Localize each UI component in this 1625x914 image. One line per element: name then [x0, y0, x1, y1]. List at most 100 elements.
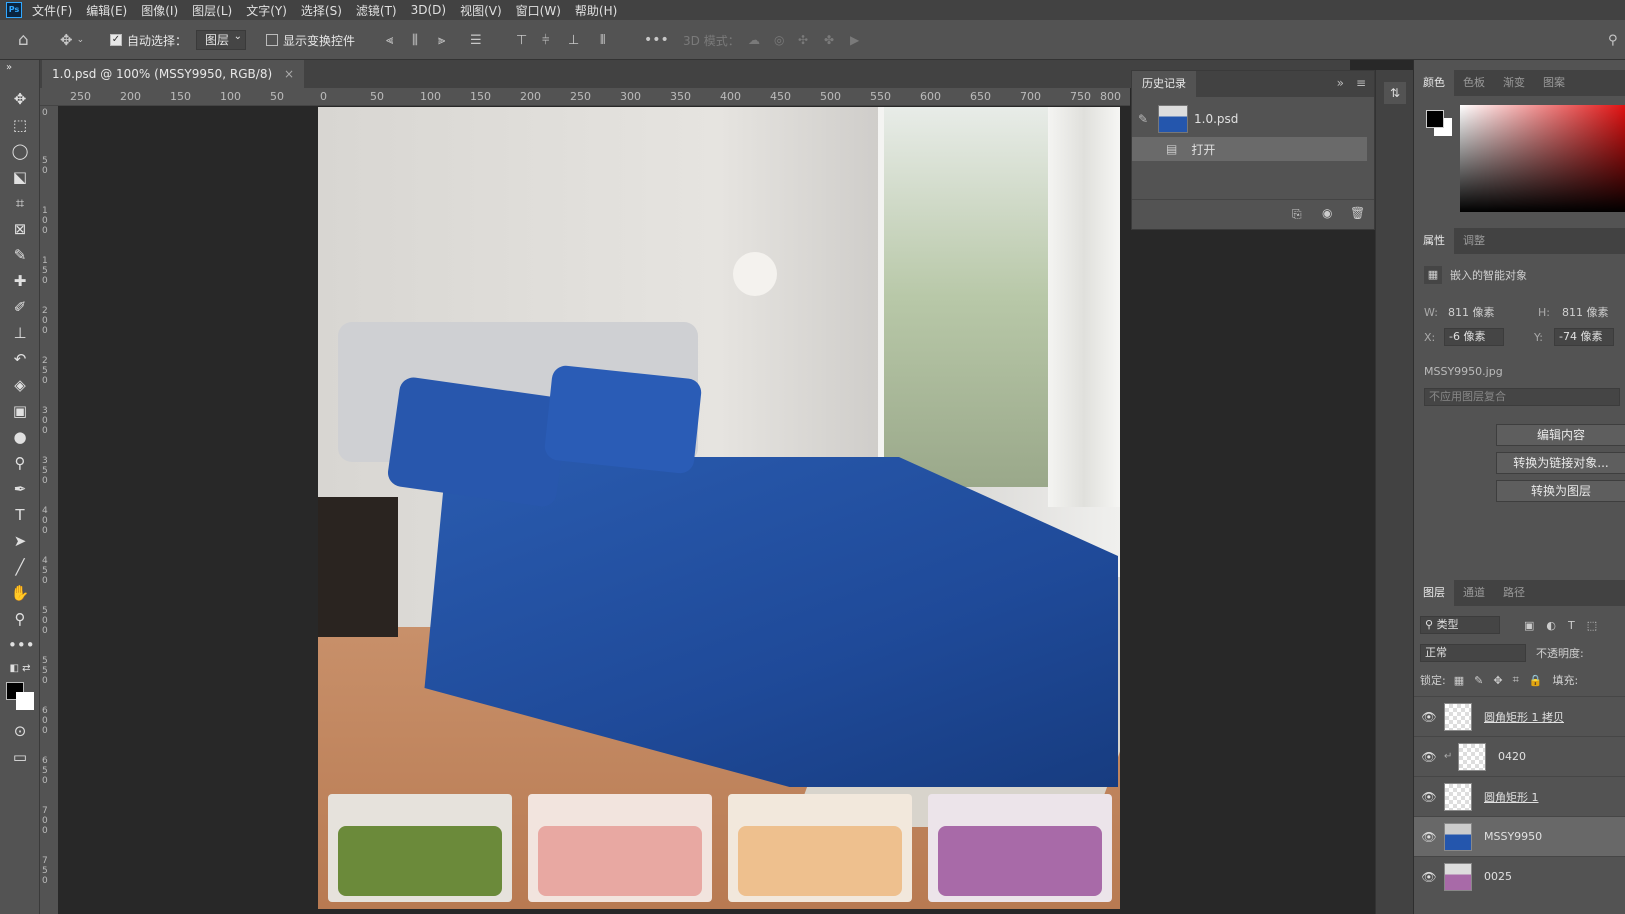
filter-pixel-icon[interactable]: ▣ — [1524, 619, 1534, 632]
gradient-tool-icon[interactable]: ▣ — [8, 400, 32, 422]
crop-tool-icon[interactable]: ⌗ — [8, 192, 32, 214]
distribute-v-icon[interactable]: ⫴ — [600, 29, 605, 51]
layer-row[interactable]: 👁 ↵ 0420 — [1414, 736, 1625, 776]
tab-swatches[interactable]: 色板 — [1454, 70, 1494, 96]
x-position-field[interactable]: -6 像素 — [1444, 328, 1504, 346]
tab-color[interactable]: 颜色 — [1414, 70, 1454, 96]
tab-channels[interactable]: 通道 — [1454, 580, 1494, 606]
distribute-h-icon[interactable]: ☰ — [470, 29, 482, 51]
tab-properties[interactable]: 属性 — [1414, 228, 1454, 254]
hand-tool-icon[interactable]: ✋ — [8, 582, 32, 604]
dodge-tool-icon[interactable]: ⚲ — [8, 452, 32, 474]
marquee-tool-icon[interactable]: ⬚ — [8, 114, 32, 136]
menu-help[interactable]: 帮助(H) — [575, 2, 617, 19]
menu-type[interactable]: 文字(Y) — [246, 2, 287, 19]
menu-file[interactable]: 文件(F) — [32, 2, 72, 19]
lock-artboard-icon[interactable]: ⌗ — [1513, 673, 1519, 687]
convert-to-linked-button[interactable]: 转换为链接对象... — [1496, 452, 1625, 474]
menu-view[interactable]: 视图(V) — [460, 2, 502, 19]
color-picker-field[interactable] — [1460, 105, 1625, 212]
lock-position-icon[interactable]: ✥ — [1493, 674, 1502, 687]
3d-orbit-icon[interactable]: ☁ — [748, 29, 760, 51]
menu-3d[interactable]: 3D(D) — [411, 3, 446, 17]
align-center-h-icon[interactable]: ⫼ — [412, 29, 418, 51]
healing-brush-icon[interactable]: ✚ — [8, 270, 32, 292]
history-state-open[interactable]: ▤ 打开 — [1132, 137, 1367, 161]
edit-contents-button[interactable]: 编辑内容 — [1496, 424, 1625, 446]
tab-gradients[interactable]: 渐变 — [1494, 70, 1534, 96]
edit-toolbar-icon[interactable]: ••• — [8, 634, 35, 656]
visibility-eye-icon[interactable]: 👁 — [1414, 830, 1444, 844]
blend-mode-dropdown[interactable]: 正常 — [1420, 644, 1526, 662]
trash-icon[interactable]: 🗑 — [1350, 206, 1365, 220]
align-top-icon[interactable]: ⊤ — [516, 29, 527, 51]
layer-row[interactable]: 👁 圆角矩形 1 拷贝 — [1414, 696, 1625, 736]
align-middle-v-icon[interactable]: ⫩ — [542, 29, 549, 51]
auto-select-target-dropdown[interactable]: 图层 — [196, 28, 247, 50]
layer-comp-dropdown[interactable]: 不应用图层复合 — [1424, 388, 1620, 406]
history-snapshot[interactable]: ✎ 1.0.psd — [1132, 103, 1367, 135]
blur-tool-icon[interactable]: ● — [8, 426, 32, 448]
close-tab-icon[interactable]: × — [284, 67, 294, 81]
layer-row-selected[interactable]: 👁 MSSY9950 — [1414, 816, 1625, 856]
background-color-swatch[interactable] — [16, 692, 34, 710]
document-tab[interactable]: 1.0.psd @ 100% (MSSY9950, RGB/8) × — [42, 60, 305, 88]
layer-row[interactable]: 👁 圆角矩形 1 — [1414, 776, 1625, 816]
pen-tool-icon[interactable]: ✒ — [8, 478, 32, 500]
quick-mask-icon[interactable]: ⊙ — [8, 720, 32, 742]
lock-transparent-icon[interactable]: ▦ — [1454, 674, 1464, 687]
path-select-tool-icon[interactable]: ➤ — [8, 530, 32, 552]
3d-scale-icon[interactable]: ▶ — [850, 29, 859, 51]
align-bottom-icon[interactable]: ⊥ — [568, 29, 579, 51]
document-canvas-image[interactable] — [318, 107, 1120, 909]
filter-shape-icon[interactable]: ⬚ — [1587, 619, 1597, 632]
visibility-eye-icon[interactable]: 👁 — [1414, 790, 1444, 804]
layer-row[interactable]: 👁 0025 — [1414, 856, 1625, 896]
visibility-eye-icon[interactable]: 👁 — [1414, 750, 1444, 764]
eyedropper-tool-icon[interactable]: ✎ — [8, 244, 32, 266]
auto-select-checkbox[interactable]: ✓ 自动选择： — [110, 29, 187, 51]
tab-history[interactable]: 历史记录 — [1132, 71, 1196, 97]
home-icon[interactable]: ⌂ — [18, 29, 29, 51]
clone-stamp-icon[interactable]: ⊥ — [8, 322, 32, 344]
brush-tool-icon[interactable]: ✐ — [8, 296, 32, 318]
foreground-color-swatch[interactable] — [1426, 110, 1444, 128]
menu-filter[interactable]: 滤镜(T) — [356, 2, 397, 19]
layer-filter-dropdown[interactable]: ⚲ 类型 — [1420, 616, 1500, 634]
filter-type-icon[interactable]: T — [1568, 619, 1575, 632]
lasso-tool-icon[interactable]: ◯ — [8, 140, 32, 162]
filter-adjustment-icon[interactable]: ◐ — [1546, 619, 1556, 632]
expand-panel-icon[interactable]: » — [1337, 76, 1344, 90]
visibility-eye-icon[interactable]: 👁 — [1414, 710, 1444, 724]
tab-patterns[interactable]: 图案 — [1534, 70, 1574, 96]
new-document-from-state-icon[interactable]: ⎘ — [1292, 207, 1302, 222]
convert-to-layers-button[interactable]: 转换为图层 — [1496, 480, 1625, 502]
collapse-toolbar-icon[interactable]: » — [2, 62, 16, 74]
type-tool-icon[interactable]: T — [8, 504, 32, 526]
tab-adjustments[interactable]: 调整 — [1454, 228, 1494, 254]
tab-paths[interactable]: 路径 — [1494, 580, 1534, 606]
lock-all-icon[interactable]: 🔒 — [1529, 674, 1543, 687]
history-brush-icon[interactable]: ↶ — [8, 348, 32, 370]
history-brush-source-icon[interactable]: ✎ — [1138, 112, 1148, 126]
frame-tool-icon[interactable]: ⊠ — [8, 218, 32, 240]
properties-dock-icon[interactable]: ⇅ — [1384, 82, 1406, 104]
align-right-icon[interactable]: ⫸ — [438, 29, 445, 51]
zoom-tool-icon[interactable]: ⚲ — [8, 608, 32, 630]
width-value[interactable]: 811 像素 — [1448, 304, 1538, 320]
eraser-tool-icon[interactable]: ◈ — [8, 374, 32, 396]
default-colors-icon[interactable]: ◧ ⇄ — [8, 658, 32, 680]
move-tool-icon[interactable]: ✥ — [8, 88, 32, 110]
search-icon[interactable]: ⚲ — [1608, 29, 1618, 51]
align-left-icon[interactable]: ⫷ — [386, 29, 393, 51]
camera-icon[interactable]: ◉ — [1322, 206, 1332, 220]
menu-image[interactable]: 图像(I) — [141, 2, 178, 19]
move-tool-preset-icon[interactable]: ✥ ⌄ — [60, 29, 84, 51]
tab-layers[interactable]: 图层 — [1414, 580, 1454, 606]
menu-select[interactable]: 选择(S) — [301, 2, 342, 19]
more-options-icon[interactable]: ••• — [644, 29, 669, 51]
3d-slide-icon[interactable]: ✤ — [824, 29, 834, 51]
3d-pan-icon[interactable]: ✣ — [798, 29, 808, 51]
3d-roll-icon[interactable]: ◎ — [774, 29, 784, 51]
line-tool-icon[interactable]: ╱ — [8, 556, 32, 578]
